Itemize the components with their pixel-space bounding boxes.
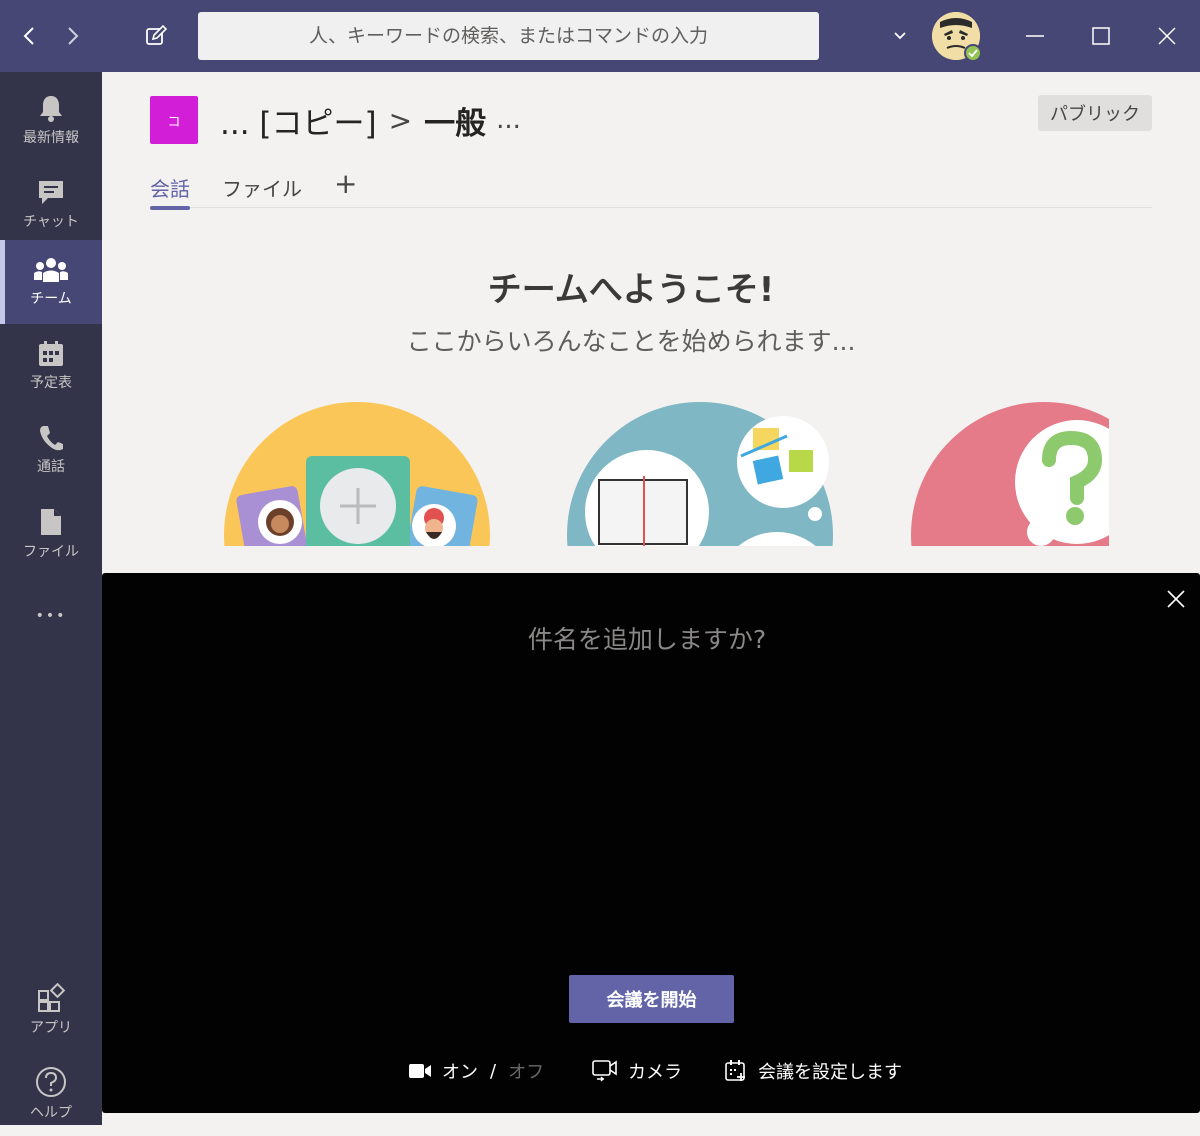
camera-label: カメラ	[628, 1062, 682, 1083]
close-icon[interactable]	[1162, 585, 1190, 613]
rail-item-calendar[interactable]: 予定表	[0, 324, 102, 408]
rail-item-apps[interactable]: アプリ	[0, 968, 102, 1052]
breadcrumb-separator-icon: >	[388, 103, 413, 137]
notes-illustration	[567, 402, 833, 546]
app-bar: 最新情報 チャット チーム 予定表 通話 ファイル ••• アプリ ヘルプ	[0, 72, 102, 1125]
minimize-icon[interactable]	[1018, 20, 1052, 52]
rail-item-files[interactable]: ファイル	[0, 492, 102, 576]
new-chat-compose-icon[interactable]	[140, 20, 172, 52]
welcome-title: チームへようこそ!	[487, 270, 775, 310]
breadcrumb-channel-name: 一般	[424, 105, 487, 142]
rail-item-label: アプリ	[30, 1020, 72, 1036]
rail-item-label: ファイル	[23, 544, 79, 560]
rail-item-label: 最新情報	[23, 130, 79, 146]
calendar-icon	[39, 341, 63, 366]
visibility-badge: パブリック	[1038, 95, 1152, 131]
video-camera-icon	[409, 1064, 431, 1078]
more-dots-icon: •••	[35, 608, 67, 624]
rail-item-calls[interactable]: 通話	[0, 408, 102, 492]
video-toggle[interactable]: オン / オフ	[408, 1055, 544, 1087]
channel-tabs: 会話 ファイル +	[150, 167, 1152, 210]
teams-icon	[34, 258, 68, 282]
start-meeting-button[interactable]: 会議を開始	[569, 975, 734, 1023]
tab-files[interactable]: ファイル	[222, 168, 302, 206]
help-icon	[36, 1067, 66, 1097]
meeting-subject-input[interactable]	[437, 619, 857, 659]
forward-arrow-icon[interactable]	[56, 20, 88, 52]
team-avatar: コ	[150, 96, 198, 144]
breadcrumb: ... [コピー] > 一般 ...	[220, 96, 521, 144]
camera-settings-button[interactable]: カメラ	[592, 1055, 682, 1087]
apps-icon	[38, 983, 66, 1012]
rail-item-label: 通話	[37, 459, 65, 475]
presence-available-icon	[964, 44, 982, 62]
team-avatar-letter: コ	[167, 114, 181, 130]
add-members-illustration	[224, 402, 490, 546]
search-input[interactable]	[198, 12, 819, 60]
rail-item-help[interactable]: ヘルプ	[0, 1052, 102, 1136]
meeting-subject-field[interactable]	[102, 619, 1192, 659]
chevron-down-icon[interactable]	[886, 22, 914, 50]
close-window-icon[interactable]	[1150, 20, 1184, 52]
rail-item-label: チーム	[30, 291, 72, 307]
phone-icon	[40, 426, 63, 451]
search-bar[interactable]	[198, 12, 819, 60]
more-apps-button[interactable]: •••	[0, 576, 102, 656]
schedule-meeting-label: 会議を設定します	[758, 1062, 902, 1083]
breadcrumb-team-name[interactable]: ... [コピー]	[220, 98, 377, 143]
maximize-icon[interactable]	[1084, 20, 1118, 52]
welcome-subtitle: ここからいろんなことを始められます...	[406, 327, 856, 356]
rail-item-activity[interactable]: 最新情報	[0, 78, 102, 162]
chat-icon	[39, 181, 63, 204]
avatar[interactable]	[932, 12, 982, 62]
video-toggle-separator: /	[490, 1060, 497, 1082]
help-illustration	[911, 402, 1109, 546]
rail-item-label: チャット	[23, 214, 79, 230]
back-arrow-icon[interactable]	[14, 20, 46, 52]
bell-icon	[40, 96, 62, 122]
video-off-label[interactable]: オフ	[508, 1058, 544, 1084]
compose-area-strip	[102, 1113, 1200, 1125]
meeting-options-bar: オン / オフ カメラ 会議を設定します	[102, 1055, 1200, 1087]
add-tab-button[interactable]: +	[334, 164, 357, 202]
schedule-meeting-button[interactable]: 会議を設定します	[724, 1055, 902, 1087]
title-bar	[0, 0, 1200, 72]
video-on-label[interactable]: オン	[442, 1058, 478, 1084]
calendar-add-icon	[725, 1060, 745, 1081]
rail-item-chat[interactable]: チャット	[0, 162, 102, 246]
tab-conversations[interactable]: 会話	[150, 168, 190, 210]
file-icon	[41, 509, 61, 535]
camera-switch-icon	[592, 1060, 617, 1082]
rail-item-teams[interactable]: チーム	[0, 240, 102, 324]
rail-item-label: ヘルプ	[30, 1105, 72, 1121]
meet-now-panel: 会議を開始 オン / オフ カメラ 会議を設定します	[102, 573, 1200, 1113]
rail-item-label: 予定表	[30, 375, 72, 391]
channel-more-options-button[interactable]: ...	[496, 105, 521, 135]
